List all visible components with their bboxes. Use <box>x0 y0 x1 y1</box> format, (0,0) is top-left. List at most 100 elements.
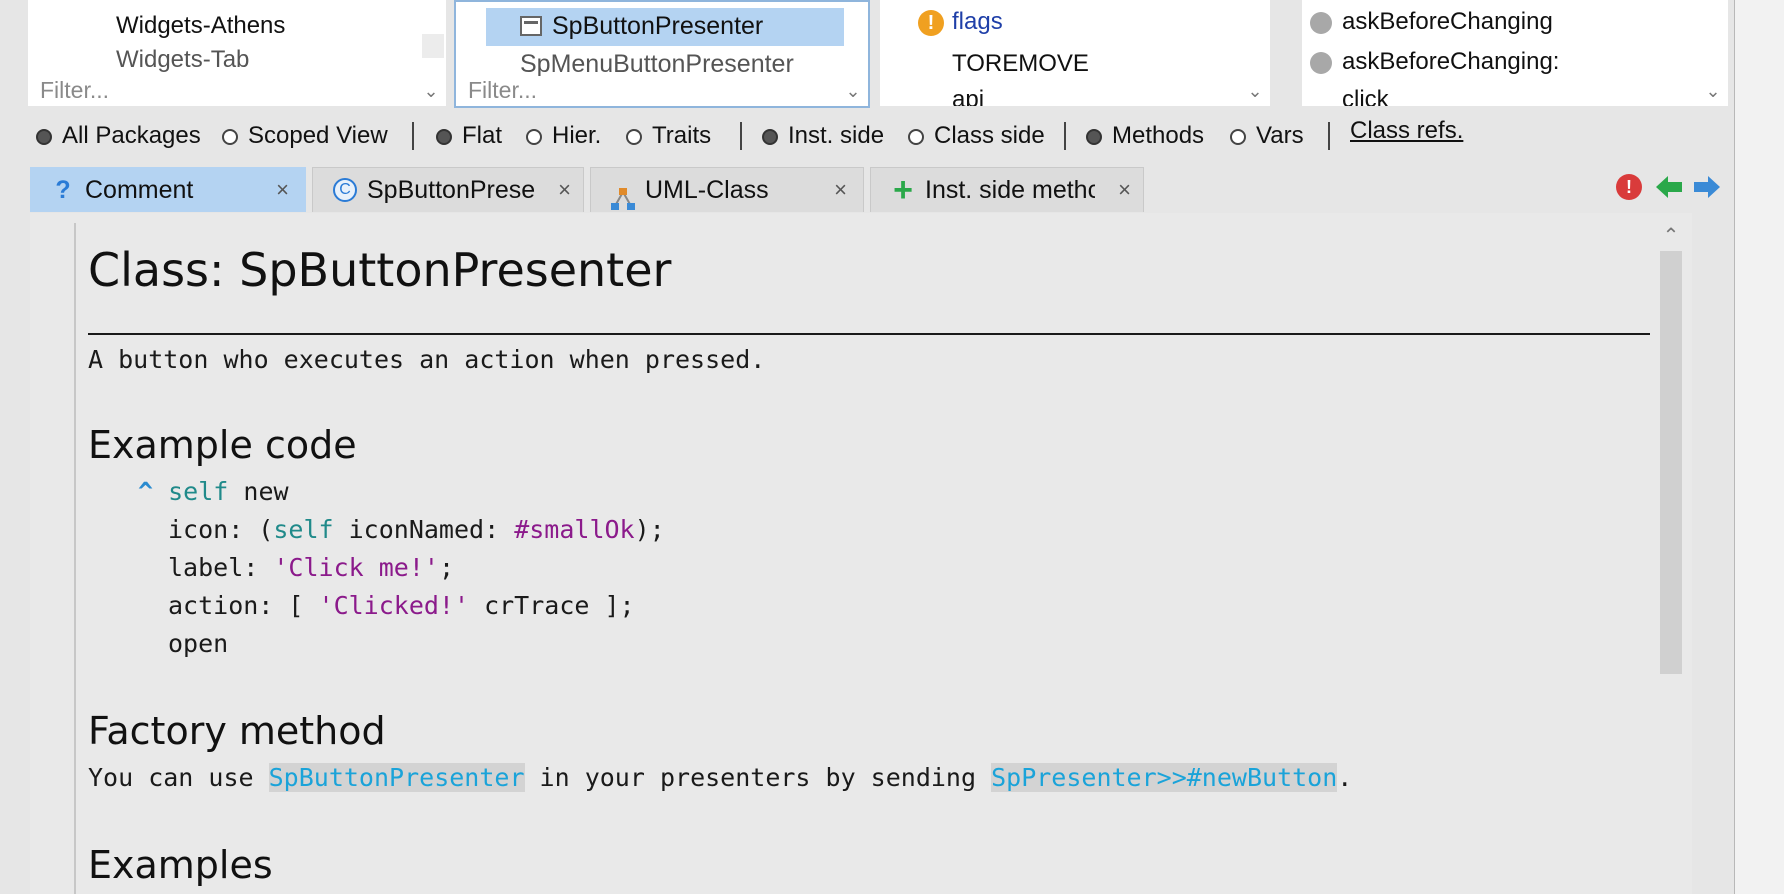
classes-filter-input[interactable]: Filter... <box>462 76 838 104</box>
protocol-item-label: flags <box>952 8 1003 35</box>
methods-radio[interactable]: Methods <box>1086 121 1204 151</box>
traits-label: Traits <box>652 122 712 149</box>
flat-label: Flat <box>462 122 503 149</box>
classes-pane[interactable]: SpButtonPresenter SpMenuButtonPresenter … <box>454 0 870 108</box>
code-text: icon: ( <box>168 515 274 544</box>
code-text: label: <box>168 553 274 582</box>
back-arrow-icon[interactable] <box>1656 176 1682 203</box>
class-icon: C <box>333 178 357 202</box>
class-refs-link[interactable]: Class refs. <box>1350 116 1463 146</box>
factory-method-heading: Factory method <box>88 709 386 753</box>
toolbar-separator <box>1064 122 1066 150</box>
uml-icon <box>611 180 635 210</box>
tab-label: UML-Class <box>645 176 769 204</box>
add-icon: + <box>893 171 913 209</box>
radio-off-icon <box>1230 128 1246 145</box>
code-line-5: open <box>168 629 229 658</box>
code-line-2: icon: (self iconNamed: #smallOk); <box>168 515 665 544</box>
class-link[interactable]: SpButtonPresenter <box>268 763 525 792</box>
tab-inst-side-method[interactable]: + Inst. side methc × <box>870 167 1144 212</box>
protocol-item-label: TOREMOVE <box>952 50 1089 77</box>
class-item-selected[interactable]: SpButtonPresenter <box>486 8 844 46</box>
radio-on-icon <box>1086 128 1102 145</box>
toolbar-separator <box>412 122 414 150</box>
title-divider <box>88 333 1650 335</box>
protocol-item-api[interactable]: api <box>952 86 984 106</box>
protocols-pane[interactable]: ! flags TOREMOVE api ⌄ <box>880 0 1270 106</box>
error-icon[interactable]: ! <box>1616 174 1642 200</box>
packages-scrollbar[interactable] <box>422 34 444 58</box>
window-edge <box>1734 0 1784 894</box>
packages-filter-input[interactable]: Filter... <box>34 76 416 104</box>
package-item-partial[interactable]: Widgets-Tab <box>116 46 249 78</box>
package-item-label: Widgets-Athens <box>116 12 286 39</box>
return-caret: ^ <box>138 477 154 506</box>
code-string: 'Click me!' <box>273 553 439 582</box>
inst-side-label: Inst. side <box>788 122 885 149</box>
chevron-down-icon[interactable]: ⌄ <box>842 82 864 100</box>
radio-off-icon <box>222 128 238 145</box>
hier-radio[interactable]: Hier. <box>526 121 601 151</box>
factory-method-text: You can use SpButtonPresenter in your pr… <box>88 763 1352 792</box>
vars-label: Vars <box>1256 122 1304 149</box>
method-item-label: click <box>1342 86 1389 106</box>
method-item[interactable]: click <box>1342 86 1389 106</box>
class-title: Class: SpButtonPresenter <box>88 243 672 297</box>
scrollbar-thumb[interactable] <box>1660 251 1682 674</box>
code-text: ); <box>634 515 665 544</box>
code-text: ; <box>438 553 454 582</box>
class-description: A button who executes an action when pre… <box>88 345 766 374</box>
method-status-icon <box>1310 12 1332 34</box>
close-icon[interactable]: × <box>276 168 289 212</box>
method-item[interactable]: askBeforeChanging <box>1342 8 1553 40</box>
warning-icon: ! <box>918 10 944 36</box>
close-icon[interactable]: × <box>834 168 847 212</box>
chevron-down-icon[interactable]: ⌄ <box>420 82 442 100</box>
chevron-down-icon[interactable]: ⌄ <box>1244 82 1266 100</box>
class-side-label: Class side <box>934 122 1045 149</box>
code-string: 'Clicked!' <box>318 591 470 620</box>
code-symbol: #smallOk <box>514 515 635 544</box>
flat-radio[interactable]: Flat <box>436 121 502 151</box>
close-icon[interactable]: × <box>1118 168 1131 212</box>
close-icon[interactable]: × <box>558 168 571 212</box>
forward-arrow-icon[interactable] <box>1694 176 1720 203</box>
factory-text: in your presenters by sending <box>524 763 992 792</box>
methods-label: Methods <box>1112 122 1205 149</box>
code-line-1: ^ self new <box>138 477 289 506</box>
protocol-item-toremove[interactable]: TOREMOVE <box>952 50 1089 82</box>
class-item-partial[interactable]: SpMenuButtonPresenter <box>520 50 794 79</box>
tab-class-definition[interactable]: C SpButtonPreser × <box>312 167 584 212</box>
all-packages-radio[interactable]: All Packages <box>36 121 201 151</box>
package-item[interactable]: Widgets-Athens <box>116 12 285 44</box>
tab-comment[interactable]: ? Comment × <box>30 167 306 212</box>
method-item[interactable]: askBeforeChanging: <box>1342 48 1559 80</box>
radio-on-icon <box>436 128 452 145</box>
tab-label: Inst. side methc <box>925 176 1095 204</box>
scoped-view-radio[interactable]: Scoped View <box>222 121 388 151</box>
protocol-item-flags[interactable]: flags <box>952 8 1003 40</box>
browser-toolbar: All Packages Scoped View Flat Hier. Trai… <box>28 116 1728 156</box>
vars-radio[interactable]: Vars <box>1230 121 1304 151</box>
example-code-heading: Example code <box>88 423 357 467</box>
toolbar-separator <box>740 122 742 150</box>
package-item-partial-label: Widgets-Tab <box>116 46 250 73</box>
class-side-radio[interactable]: Class side <box>908 121 1045 151</box>
method-item-label: askBeforeChanging: <box>1342 48 1560 75</box>
class-item-partial-label: SpMenuButtonPresenter <box>520 50 794 78</box>
radio-on-icon <box>36 128 52 145</box>
editor-scrollbar[interactable]: ⌃ <box>1658 213 1684 894</box>
packages-pane[interactable]: Widgets-Athens Widgets-Tab Filter... ⌄ <box>28 0 446 106</box>
tab-uml-class[interactable]: UML-Class × <box>590 167 864 212</box>
chevron-up-icon[interactable]: ⌃ <box>1658 223 1684 248</box>
code-text: crTrace ]; <box>469 591 635 620</box>
comment-editor[interactable]: Class: SpButtonPresenter A button who ex… <box>30 213 1692 894</box>
traits-radio[interactable]: Traits <box>626 121 711 151</box>
method-link[interactable]: SpPresenter>>#newButton <box>991 763 1338 792</box>
hier-label: Hier. <box>552 122 602 149</box>
radio-off-icon <box>908 128 924 145</box>
code-line-3: label: 'Click me!'; <box>168 553 454 582</box>
inst-side-radio[interactable]: Inst. side <box>762 121 884 151</box>
methods-pane[interactable]: askBeforeChanging askBeforeChanging: cli… <box>1302 0 1728 106</box>
chevron-down-icon[interactable]: ⌄ <box>1702 82 1724 100</box>
